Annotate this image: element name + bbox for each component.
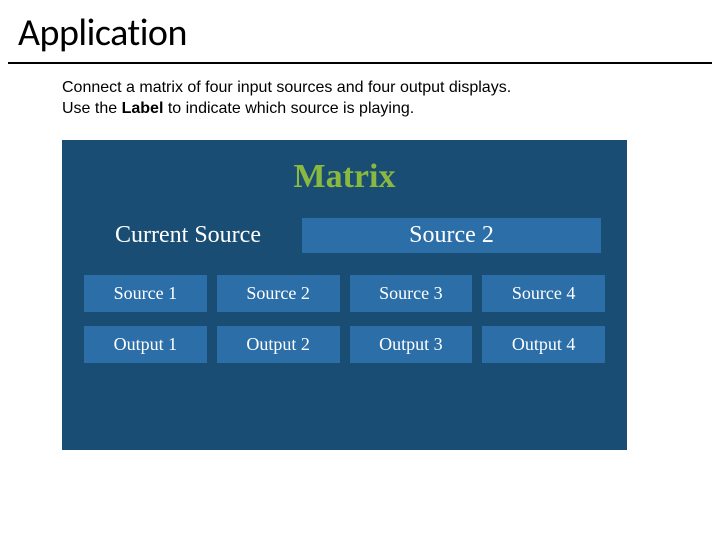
source-button-3[interactable]: Source 3 — [350, 275, 473, 312]
desc2-bold: Label — [122, 100, 164, 117]
description-line1: Connect a matrix of four input sources a… — [62, 78, 720, 99]
description-line2: Use the Label to indicate which source i… — [62, 99, 720, 120]
desc2-pre: Use the — [62, 100, 122, 117]
output-button-3[interactable]: Output 3 — [350, 326, 473, 363]
current-source-value: Source 2 — [302, 218, 601, 253]
source-button-2[interactable]: Source 2 — [217, 275, 340, 312]
description-block: Connect a matrix of four input sources a… — [0, 64, 720, 120]
output-row: Output 1 Output 2 Output 3 Output 4 — [84, 326, 605, 363]
panel-heading: Matrix — [84, 158, 605, 196]
current-source-row: Current Source Source 2 — [84, 218, 605, 253]
current-source-label: Current Source — [88, 222, 288, 249]
source-button-1[interactable]: Source 1 — [84, 275, 207, 312]
matrix-panel: Matrix Current Source Source 2 Source 1 … — [62, 140, 627, 450]
output-button-1[interactable]: Output 1 — [84, 326, 207, 363]
desc2-post: to indicate which source is playing. — [163, 100, 414, 117]
source-row: Source 1 Source 2 Source 3 Source 4 — [84, 275, 605, 312]
output-button-2[interactable]: Output 2 — [217, 326, 340, 363]
source-button-4[interactable]: Source 4 — [482, 275, 605, 312]
output-button-4[interactable]: Output 4 — [482, 326, 605, 363]
slide-title: Application — [8, 0, 712, 64]
